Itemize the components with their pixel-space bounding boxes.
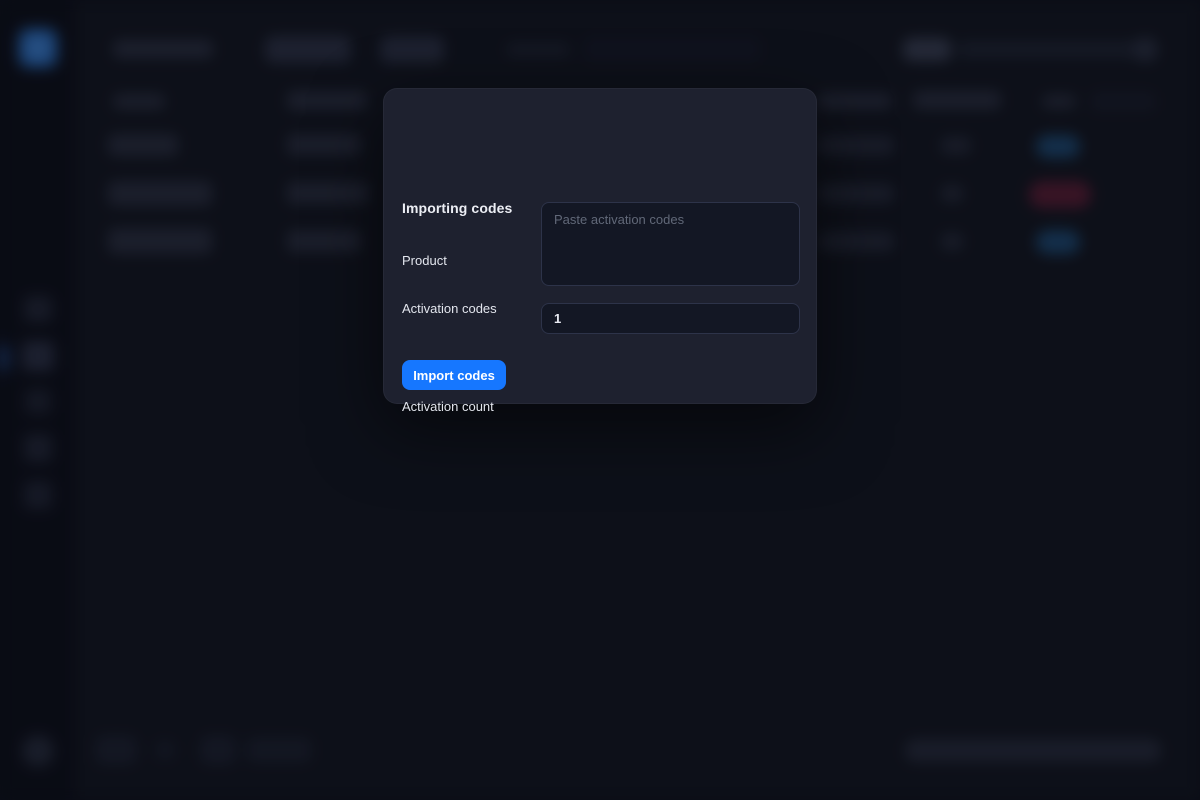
activation-count-label: Activation count bbox=[402, 399, 494, 414]
product-label: Product bbox=[402, 253, 447, 268]
modal-title: Importing codes bbox=[402, 200, 512, 216]
activation-count-input[interactable] bbox=[541, 303, 800, 334]
activation-codes-label: Activation codes bbox=[402, 301, 497, 316]
app-window: Importing codes ✕ Product Select product… bbox=[0, 0, 1200, 800]
importing-codes-modal: Importing codes ✕ Product Select product… bbox=[383, 88, 817, 404]
activation-codes-textarea[interactable] bbox=[541, 202, 800, 286]
import-codes-button[interactable]: Import codes bbox=[402, 360, 506, 390]
